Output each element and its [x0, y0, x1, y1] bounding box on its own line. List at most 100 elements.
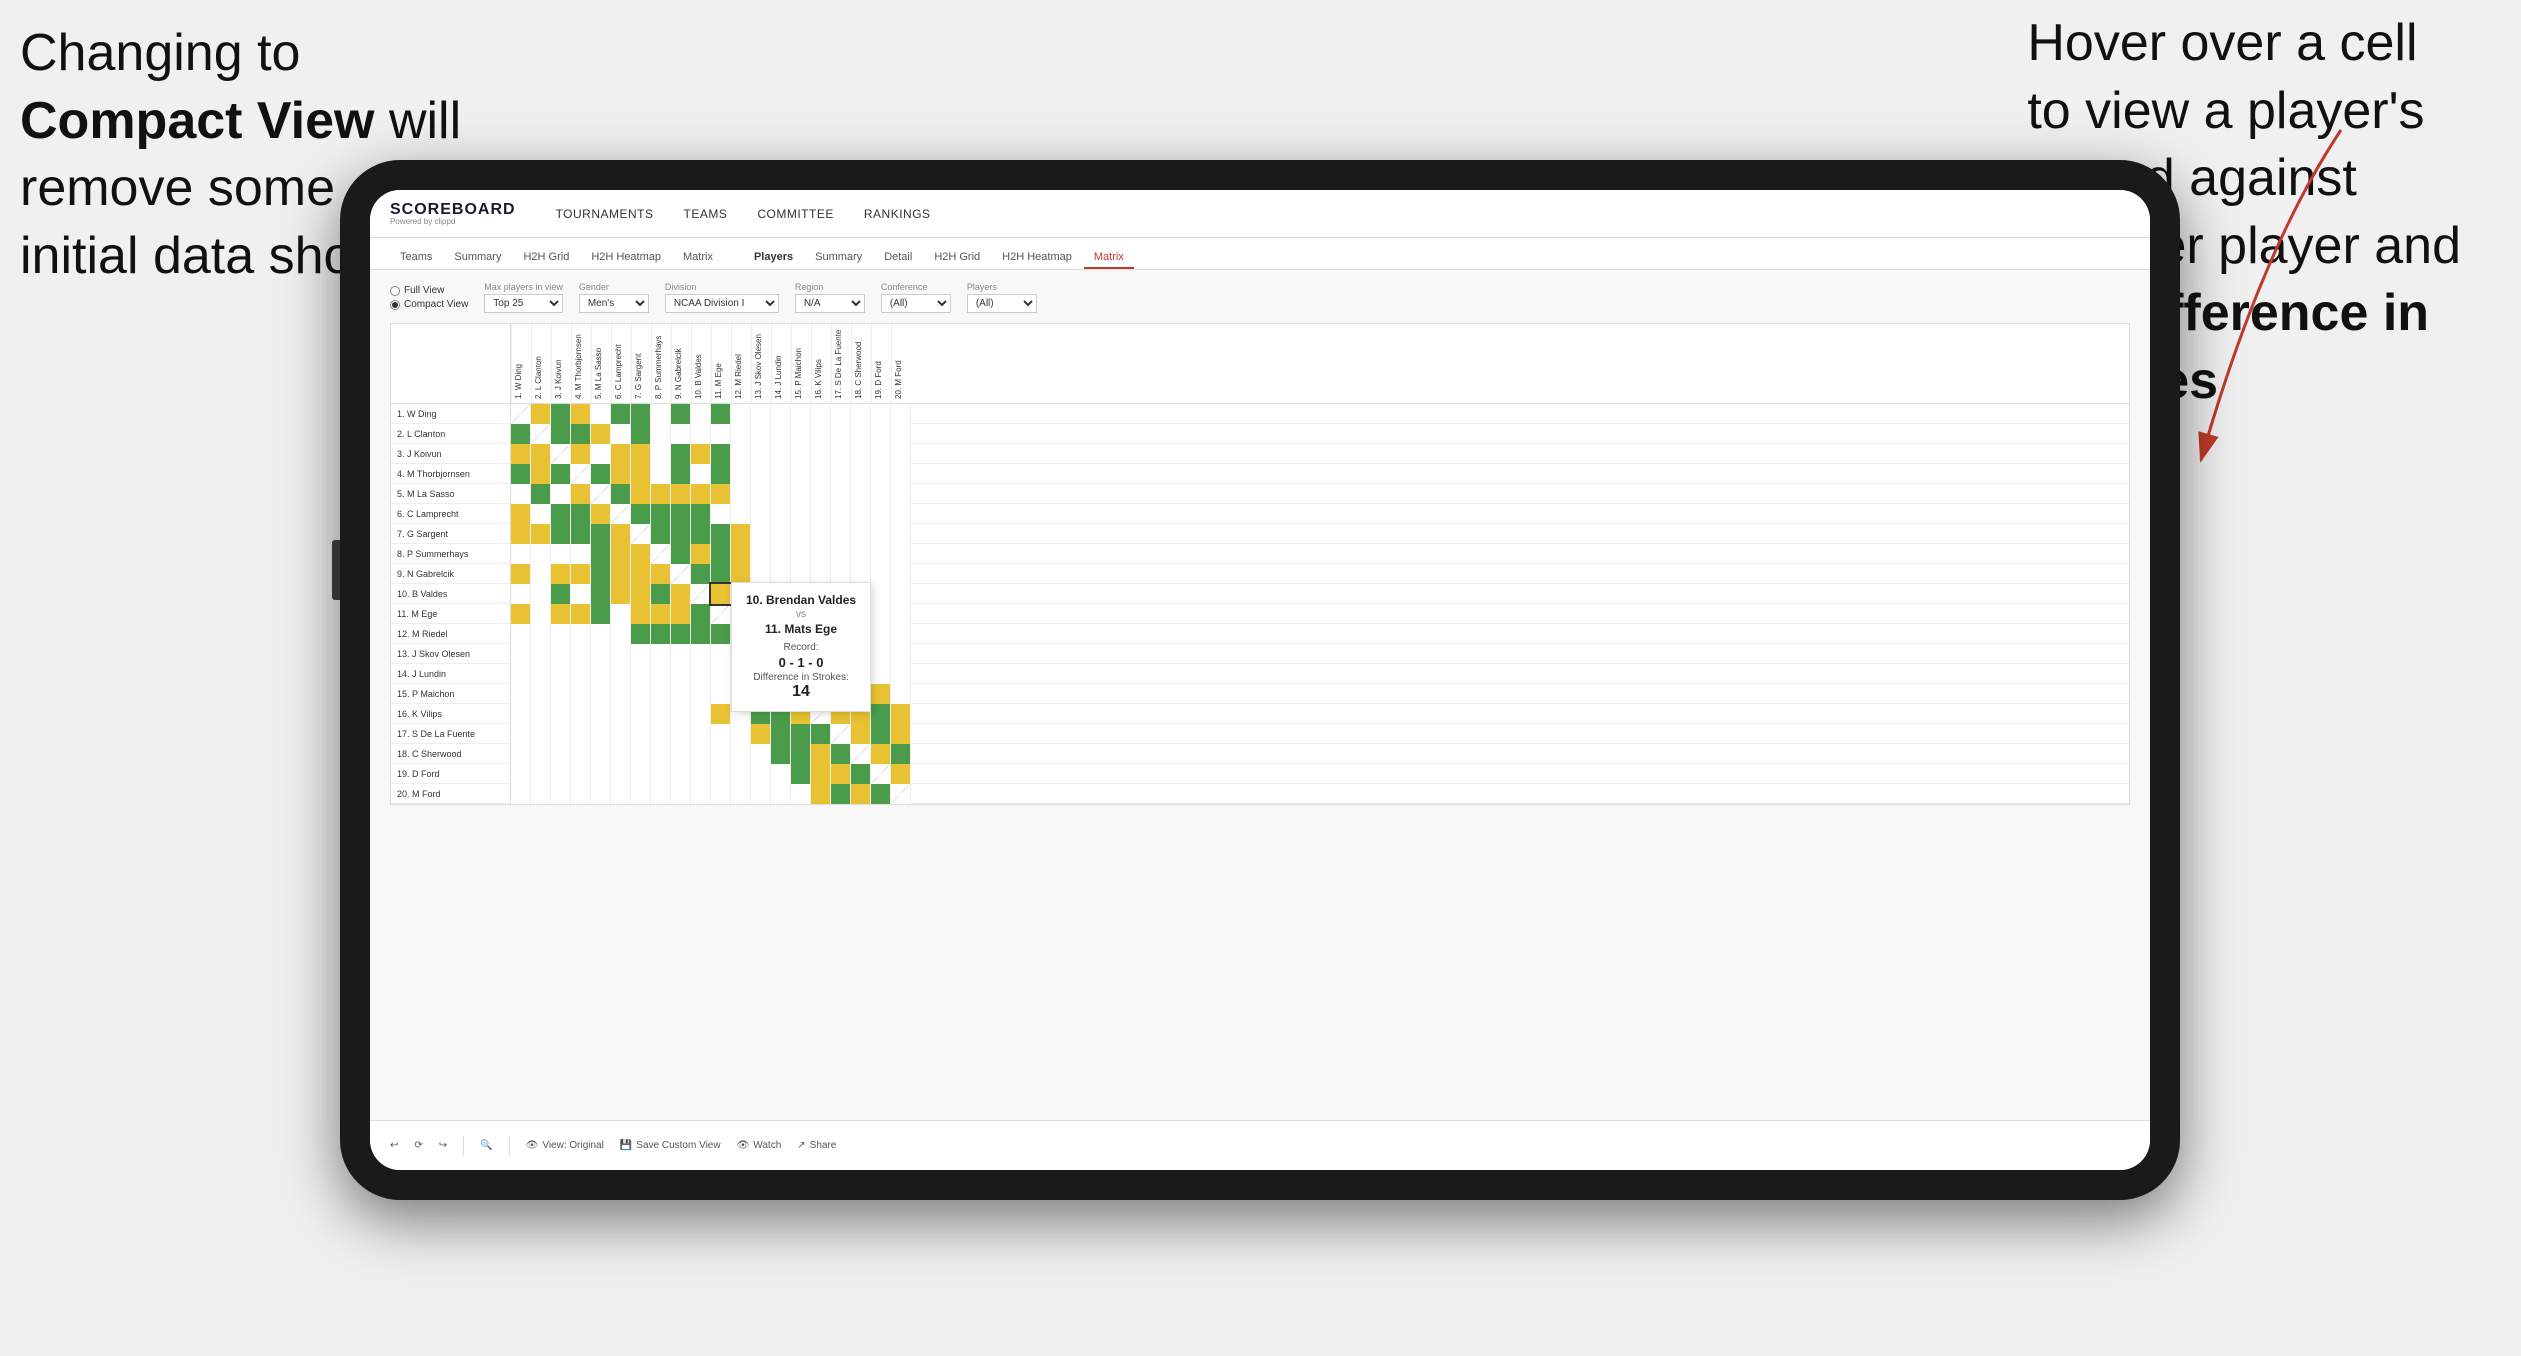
cell-15-19[interactable]	[871, 684, 891, 704]
cell-16-6[interactable]	[611, 704, 631, 724]
cell-6-4[interactable]	[571, 504, 591, 524]
cell-13-3[interactable]	[551, 644, 571, 664]
cell-11-8[interactable]	[651, 604, 671, 624]
cell-11-3[interactable]	[551, 604, 571, 624]
cell-18-8[interactable]	[651, 744, 671, 764]
cell-2-3[interactable]	[551, 424, 571, 444]
cell-17-14[interactable]	[771, 724, 791, 744]
cell-12-1[interactable]	[511, 624, 531, 644]
tab-matrix-2[interactable]: Matrix	[1084, 247, 1134, 269]
toolbar-redo1[interactable]: ⟳	[414, 1140, 422, 1151]
filter-players-select[interactable]: (All)	[967, 294, 1037, 313]
cell-3-10[interactable]	[691, 444, 711, 464]
cell-3-19[interactable]	[871, 444, 891, 464]
cell-17-11[interactable]	[711, 724, 731, 744]
cell-1-4[interactable]	[571, 404, 591, 424]
cell-5-19[interactable]	[871, 484, 891, 504]
cell-14-20[interactable]	[891, 664, 911, 684]
cell-9-2[interactable]	[531, 564, 551, 584]
cell-10-2[interactable]	[531, 584, 551, 604]
cell-2-4[interactable]	[571, 424, 591, 444]
cell-1-19[interactable]	[871, 404, 891, 424]
cell-1-15[interactable]	[791, 404, 811, 424]
cell-20-18[interactable]	[851, 784, 871, 804]
cell-8-17[interactable]	[831, 544, 851, 564]
cell-2-10[interactable]	[691, 424, 711, 444]
cell-13-11[interactable]	[711, 644, 731, 664]
cell-8-18[interactable]	[851, 544, 871, 564]
cell-10-11[interactable]	[711, 584, 731, 604]
toolbar-share[interactable]: ↗ Share	[797, 1140, 836, 1151]
cell-3-13[interactable]	[751, 444, 771, 464]
cell-18-3[interactable]	[551, 744, 571, 764]
cell-7-1[interactable]	[511, 524, 531, 544]
cell-9-17[interactable]	[831, 564, 851, 584]
cell-9-13[interactable]	[751, 564, 771, 584]
cell-8-8[interactable]	[651, 544, 671, 564]
cell-5-12[interactable]	[731, 484, 751, 504]
cell-12-8[interactable]	[651, 624, 671, 644]
cell-11-19[interactable]	[871, 604, 891, 624]
cell-8-4[interactable]	[571, 544, 591, 564]
cell-7-5[interactable]	[591, 524, 611, 544]
cell-7-10[interactable]	[691, 524, 711, 544]
cell-2-15[interactable]	[791, 424, 811, 444]
cell-10-5[interactable]	[591, 584, 611, 604]
cell-16-2[interactable]	[531, 704, 551, 724]
cell-1-10[interactable]	[691, 404, 711, 424]
cell-13-6[interactable]	[611, 644, 631, 664]
cell-7-19[interactable]	[871, 524, 891, 544]
cell-4-3[interactable]	[551, 464, 571, 484]
cell-6-9[interactable]	[671, 504, 691, 524]
cell-16-11[interactable]	[711, 704, 731, 724]
cell-15-1[interactable]	[511, 684, 531, 704]
cell-5-13[interactable]	[751, 484, 771, 504]
cell-18-16[interactable]	[811, 744, 831, 764]
toolbar-save-custom[interactable]: 💾 Save Custom View	[620, 1140, 721, 1151]
cell-11-4[interactable]	[571, 604, 591, 624]
cell-15-2[interactable]	[531, 684, 551, 704]
cell-12-3[interactable]	[551, 624, 571, 644]
cell-14-9[interactable]	[671, 664, 691, 684]
cell-7-9[interactable]	[671, 524, 691, 544]
tab-matrix-1[interactable]: Matrix	[673, 247, 723, 269]
cell-9-4[interactable]	[571, 564, 591, 584]
cell-2-19[interactable]	[871, 424, 891, 444]
cell-4-17[interactable]	[831, 464, 851, 484]
cell-20-16[interactable]	[811, 784, 831, 804]
cell-3-16[interactable]	[811, 444, 831, 464]
cell-1-18[interactable]	[851, 404, 871, 424]
cell-7-2[interactable]	[531, 524, 551, 544]
cell-2-11[interactable]	[711, 424, 731, 444]
filter-gender-select[interactable]: Men's	[579, 294, 649, 313]
cell-19-15[interactable]	[791, 764, 811, 784]
cell-19-6[interactable]	[611, 764, 631, 784]
cell-6-13[interactable]	[751, 504, 771, 524]
cell-7-7[interactable]	[631, 524, 651, 544]
tab-summary-1[interactable]: Summary	[444, 247, 511, 269]
cell-13-4[interactable]	[571, 644, 591, 664]
cell-15-20[interactable]	[891, 684, 911, 704]
cell-11-2[interactable]	[531, 604, 551, 624]
cell-16-5[interactable]	[591, 704, 611, 724]
cell-4-13[interactable]	[751, 464, 771, 484]
toolbar-redo2[interactable]: ↪	[439, 1140, 447, 1151]
tab-h2h-grid-2[interactable]: H2H Grid	[924, 247, 990, 269]
cell-16-7[interactable]	[631, 704, 651, 724]
cell-15-5[interactable]	[591, 684, 611, 704]
cell-20-7[interactable]	[631, 784, 651, 804]
cell-17-10[interactable]	[691, 724, 711, 744]
cell-6-3[interactable]	[551, 504, 571, 524]
cell-17-1[interactable]	[511, 724, 531, 744]
cell-14-8[interactable]	[651, 664, 671, 684]
cell-13-19[interactable]	[871, 644, 891, 664]
cell-14-10[interactable]	[691, 664, 711, 684]
cell-20-12[interactable]	[731, 784, 751, 804]
cell-10-1[interactable]	[511, 584, 531, 604]
cell-16-3[interactable]	[551, 704, 571, 724]
cell-20-14[interactable]	[771, 784, 791, 804]
tab-h2h-grid-1[interactable]: H2H Grid	[513, 247, 579, 269]
cell-19-1[interactable]	[511, 764, 531, 784]
cell-16-9[interactable]	[671, 704, 691, 724]
cell-10-20[interactable]	[891, 584, 911, 604]
